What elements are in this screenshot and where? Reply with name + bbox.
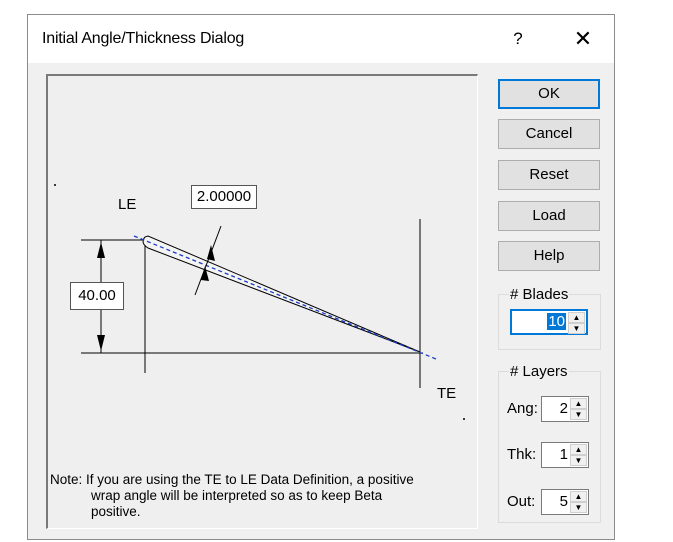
blades-group: # Blades 10 ▲ ▼: [498, 286, 601, 350]
stray-dot: [54, 184, 56, 186]
blades-value: 10: [547, 313, 566, 330]
out-value: 5: [559, 493, 568, 510]
ang-value: 2: [559, 400, 568, 417]
note-line-1: Note: If you are using the TE to LE Data…: [50, 472, 414, 487]
ang-spin-arrows[interactable]: ▲ ▼: [570, 398, 587, 420]
height-arrow-bottom: [97, 335, 105, 351]
spin-up-icon[interactable]: ▲: [570, 491, 587, 502]
height-arrow-top: [97, 242, 105, 258]
blades-group-title: # Blades: [509, 286, 570, 303]
help-icon[interactable]: ?: [498, 24, 538, 54]
le-label: LE: [118, 196, 137, 213]
height-value-box[interactable]: 40.00: [70, 282, 124, 310]
out-spinner[interactable]: 5 ▲ ▼: [541, 489, 589, 515]
out-spin-arrows[interactable]: ▲ ▼: [570, 491, 587, 513]
thickness-arrow-top: [207, 245, 215, 261]
layers-group: # Layers Ang: 2 ▲ ▼ Thk: 1 ▲ ▼ Out: 5 ▲ …: [498, 363, 601, 523]
thk-value: 1: [559, 446, 568, 463]
spin-up-icon[interactable]: ▲: [570, 444, 587, 455]
te-dot: [463, 418, 465, 420]
dialog-title: Initial Angle/Thickness Dialog: [42, 30, 245, 47]
thickness-value: 2.00000: [196, 188, 252, 205]
ang-label: Ang:: [507, 400, 538, 417]
blade-diagram-panel: LE TE 2.00000 40.00 Note: If you are usi…: [46, 74, 478, 529]
initial-angle-thickness-dialog: Initial Angle/Thickness Dialog ? ✕ LE TE…: [27, 14, 615, 540]
thk-spinner[interactable]: 1 ▲ ▼: [541, 442, 589, 468]
spin-down-icon[interactable]: ▼: [570, 502, 587, 513]
spin-down-icon[interactable]: ▼: [570, 409, 587, 420]
spin-up-icon[interactable]: ▲: [570, 398, 587, 409]
title-bar[interactable]: Initial Angle/Thickness Dialog ? ✕: [28, 15, 614, 63]
reset-button[interactable]: Reset: [498, 160, 600, 190]
ok-button[interactable]: OK: [498, 79, 600, 109]
out-label: Out:: [507, 493, 536, 510]
layers-group-title: # Layers: [509, 363, 569, 380]
spin-down-icon[interactable]: ▼: [568, 323, 585, 334]
cancel-button[interactable]: Cancel: [498, 119, 600, 149]
blades-spinner[interactable]: 10 ▲ ▼: [510, 309, 588, 335]
note-text: Note: If you are using the TE to LE Data…: [50, 472, 470, 520]
load-button[interactable]: Load: [498, 201, 600, 231]
thk-spin-arrows[interactable]: ▲ ▼: [570, 444, 587, 466]
blade-outline: [142, 235, 421, 353]
ang-spinner[interactable]: 2 ▲ ▼: [541, 396, 589, 422]
thickness-value-box[interactable]: 2.00000: [191, 185, 257, 209]
height-value: 40.00: [78, 287, 116, 304]
note-line-2: wrap angle will be interpreted so as to …: [91, 488, 383, 503]
te-label: TE: [437, 385, 457, 402]
spin-down-icon[interactable]: ▼: [570, 455, 587, 466]
help-button[interactable]: Help: [498, 241, 600, 271]
spin-up-icon[interactable]: ▲: [568, 312, 585, 323]
close-icon[interactable]: ✕: [563, 24, 603, 54]
blades-spin-arrows[interactable]: ▲ ▼: [568, 312, 585, 334]
note-line-3: positive.: [91, 504, 141, 519]
thk-label: Thk:: [507, 446, 537, 463]
